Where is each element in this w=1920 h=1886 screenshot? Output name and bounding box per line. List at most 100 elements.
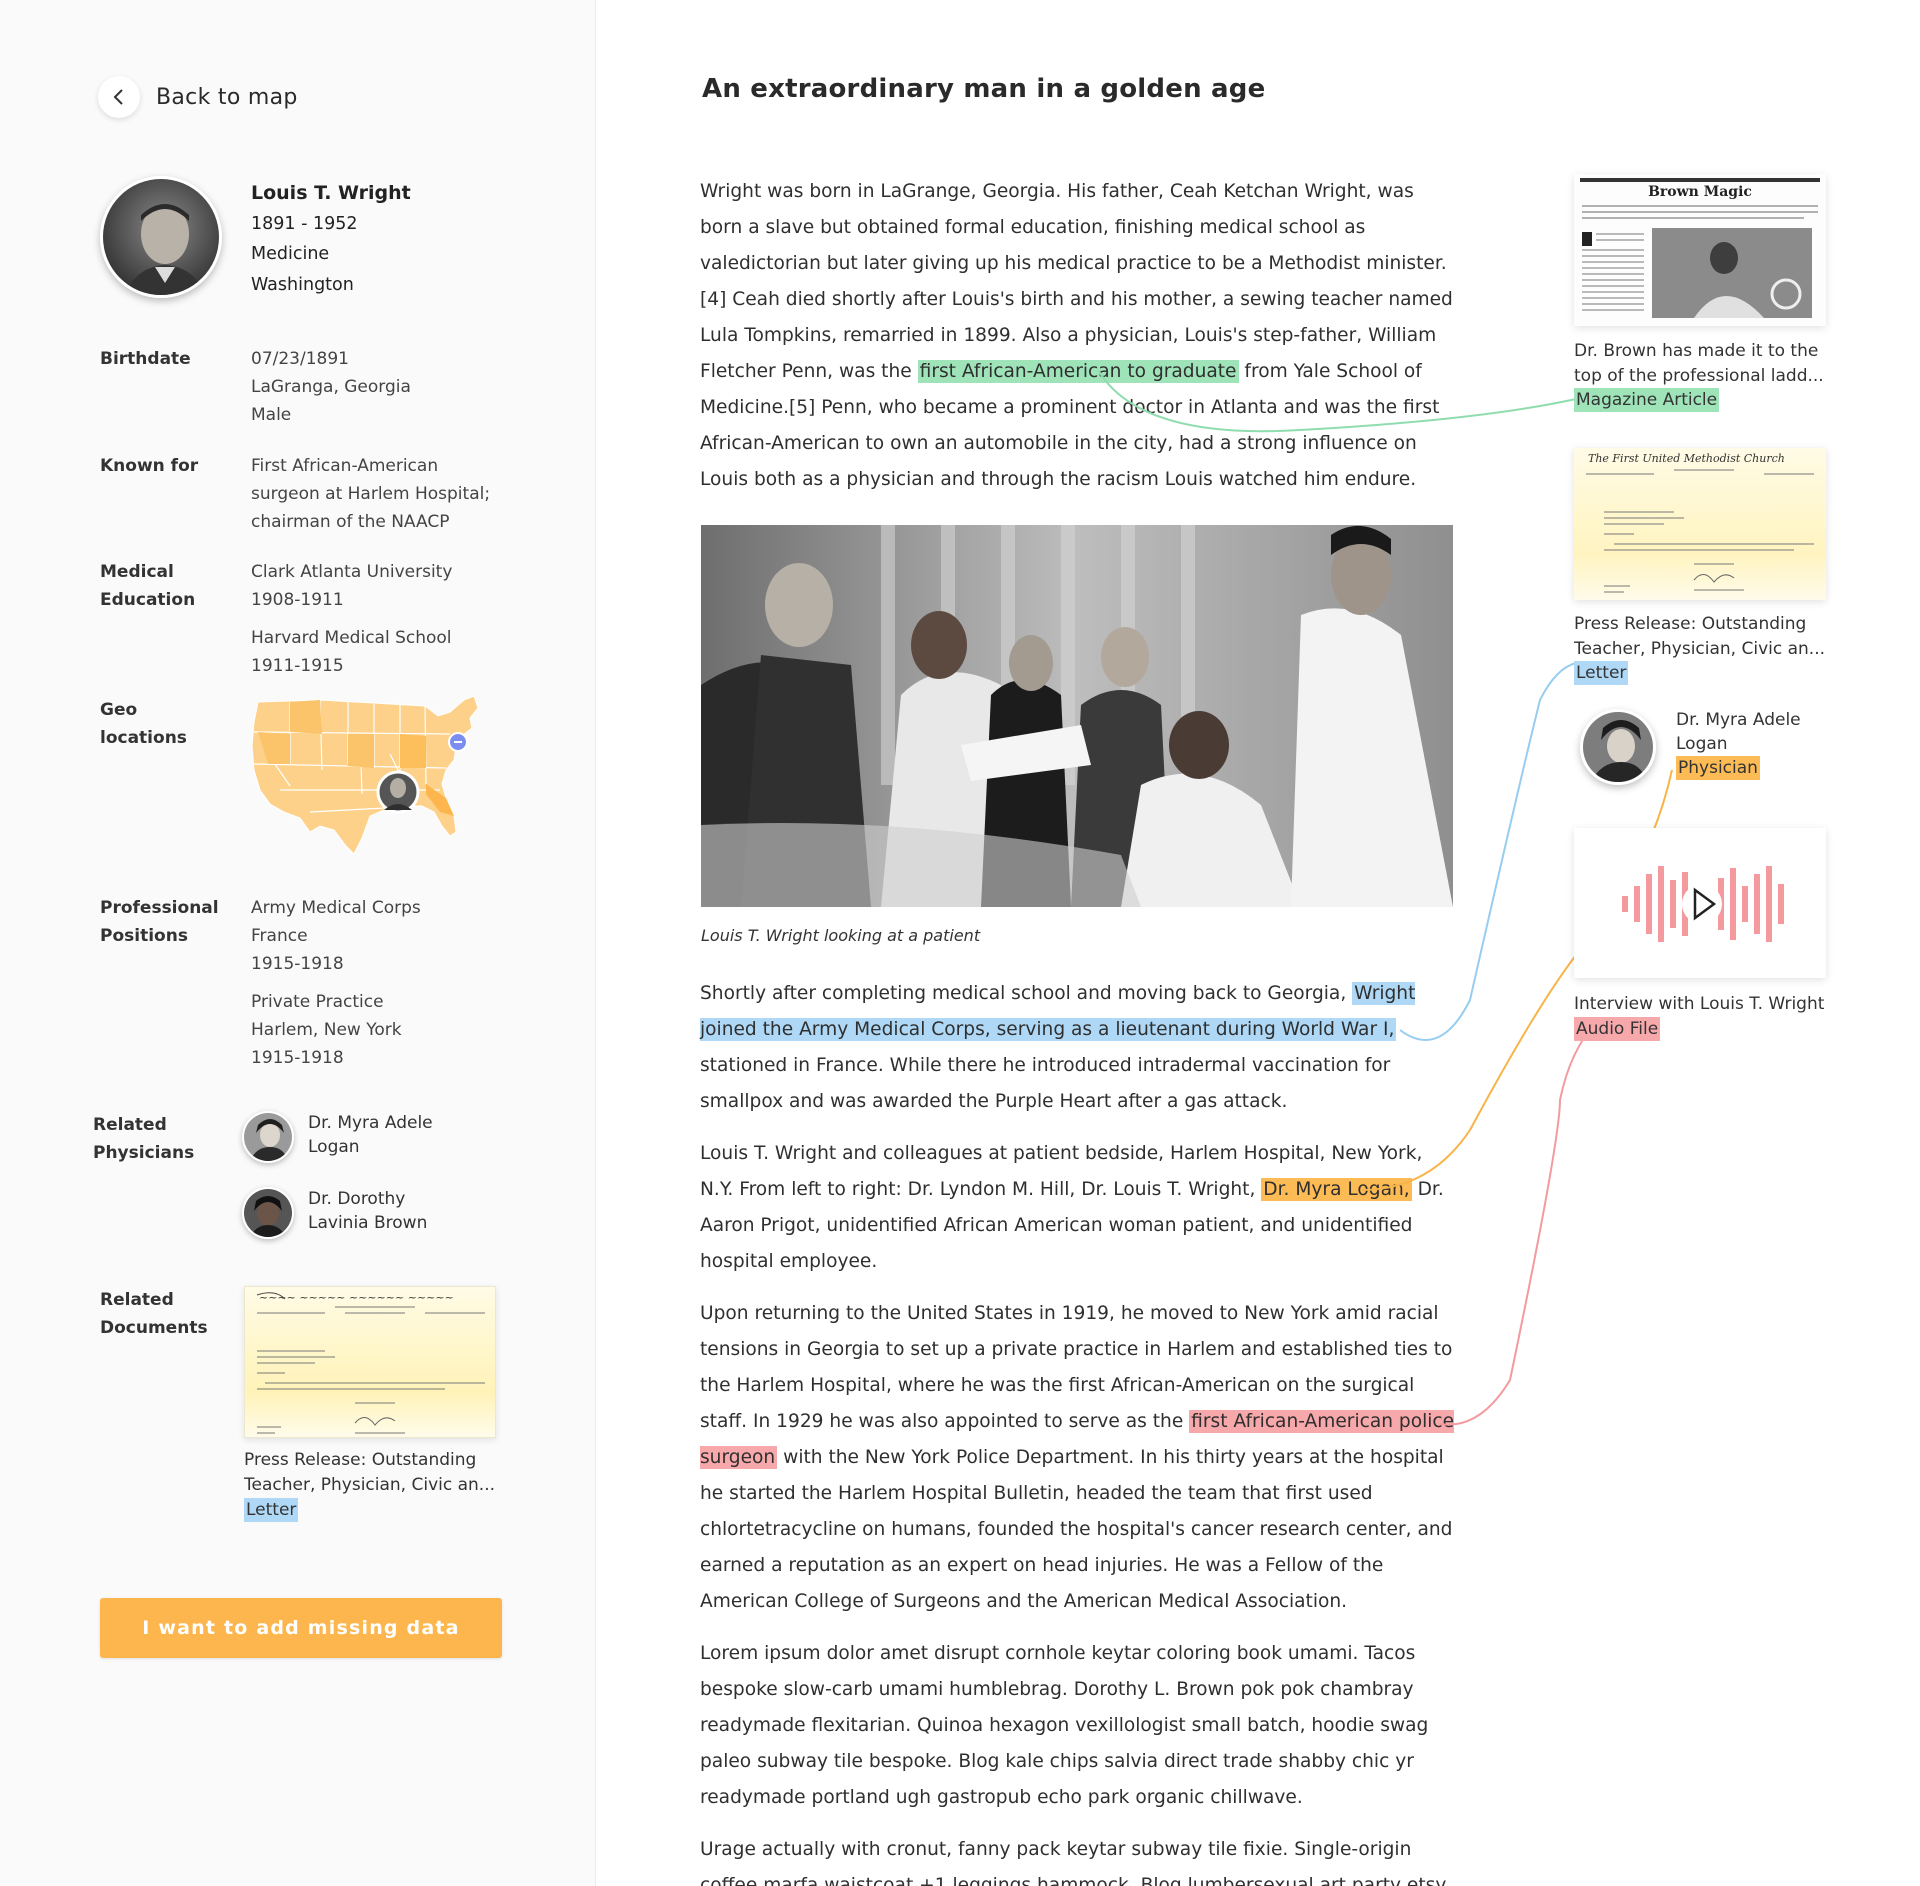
profile-location: Washington bbox=[251, 274, 354, 295]
medical-education-label: Medical Education bbox=[100, 558, 195, 614]
magazine-tag-badge: Magazine Article bbox=[1574, 388, 1720, 412]
physician-name-line: Dr. Dorothy bbox=[308, 1189, 406, 1209]
magazine-thumbnail[interactable]: Brown Magic bbox=[1574, 174, 1826, 326]
education-school: Harvard Medical School bbox=[251, 628, 452, 648]
education-years: 1908-1911 bbox=[251, 590, 344, 610]
article-title: An extraordinary man in a golden age bbox=[702, 74, 1266, 104]
physician-card-avatar[interactable] bbox=[1580, 709, 1656, 785]
known-for-line: surgeon at Harlem Hospital; bbox=[251, 484, 491, 504]
position-title: Army Medical Corps bbox=[251, 898, 421, 918]
related-documents-label: Related Documents bbox=[100, 1286, 208, 1342]
chevron-left-icon[interactable] bbox=[98, 76, 140, 118]
photo-caption: Louis T. Wright looking at a patient bbox=[701, 926, 981, 945]
position-place: France bbox=[251, 926, 308, 946]
physician-avatar[interactable] bbox=[242, 1111, 294, 1163]
education-school: Clark Atlanta University bbox=[251, 562, 453, 582]
document-caption[interactable]: Press Release: Outstanding Teacher, Phys… bbox=[244, 1448, 504, 1523]
education-years: 1911-1915 bbox=[251, 656, 344, 676]
article-photo bbox=[701, 525, 1453, 907]
audio-title[interactable]: Interview with Louis T. Wright bbox=[1574, 992, 1836, 1017]
sidebar: Back to map Louis T. Wright 1891 - 1952 … bbox=[0, 0, 596, 1886]
profile-years: 1891 - 1952 bbox=[251, 213, 358, 234]
highlight-magazine[interactable]: first African-American to graduate bbox=[917, 360, 1239, 383]
letterhead-text: The First United Methodist Church bbox=[1588, 452, 1785, 465]
profile-avatar bbox=[100, 176, 222, 298]
birthdate-gender: Male bbox=[251, 405, 292, 425]
document-thumbnail[interactable]: ~~~~ ~~~~~ ~~~~~~ ~~~~~ bbox=[244, 1286, 496, 1438]
label-line: Geo bbox=[100, 700, 138, 720]
birthdate-label: Birthdate bbox=[100, 349, 191, 369]
physician-avatar[interactable] bbox=[242, 1187, 294, 1239]
text-run: stationed in France. While there he intr… bbox=[700, 1055, 1391, 1112]
physician-name-line: Lavinia Brown bbox=[308, 1213, 428, 1233]
document-title-line[interactable]: Teacher, Physician, Civic an... bbox=[244, 1473, 504, 1498]
professional-positions-value: Army Medical Corps France 1915-1918 Priv… bbox=[251, 894, 421, 1072]
related-physician-item[interactable]: Dr. Dorothy Lavinia Brown bbox=[242, 1187, 427, 1239]
physician-tag-badge: Physician bbox=[1676, 756, 1760, 780]
document-title-line[interactable]: Press Release: Outstanding bbox=[244, 1448, 504, 1473]
press-tag-badge: Letter bbox=[1574, 661, 1629, 685]
press-title-line[interactable]: Teacher, Physician, Civic an... bbox=[1574, 637, 1836, 662]
back-to-map-button[interactable]: Back to map bbox=[98, 76, 298, 118]
geo-locations-label: Geo locations bbox=[100, 696, 187, 752]
physician-name[interactable]: Dr. Dorothy Lavinia Brown bbox=[308, 1187, 427, 1235]
press-release-caption[interactable]: Press Release: Outstanding Teacher, Phys… bbox=[1574, 612, 1836, 686]
article-paragraph-1: Wright was born in LaGrange, Georgia. Hi… bbox=[700, 174, 1460, 514]
label-line: locations bbox=[100, 728, 187, 748]
birthdate-place: LaGranga, Georgia bbox=[251, 377, 411, 397]
birthdate-value: 07/23/1891 LaGranga, Georgia Male bbox=[251, 345, 411, 429]
label-line: Positions bbox=[100, 926, 188, 946]
known-for-line: First African-American bbox=[251, 456, 439, 476]
physician-name-line: Dr. Myra Adele bbox=[308, 1113, 433, 1133]
known-for-value: First African-American surgeon at Harlem… bbox=[251, 452, 490, 536]
svg-text:~~~~ ~~~~~ ~~~~~~ ~~~~~: ~~~~ ~~~~~ ~~~~~~ ~~~~~ bbox=[259, 1291, 454, 1304]
add-missing-data-button[interactable]: I want to add missing data bbox=[100, 1598, 502, 1658]
us-map[interactable] bbox=[250, 694, 504, 858]
audio-player-card[interactable] bbox=[1574, 828, 1826, 978]
related-physicians-label: Related Physicians bbox=[93, 1111, 194, 1167]
physician-card-name-line[interactable]: Dr. Myra Adele bbox=[1676, 708, 1801, 732]
physician-name-line: Logan bbox=[308, 1137, 360, 1157]
known-for-line: chairman of the NAACP bbox=[251, 512, 450, 532]
magazine-caption[interactable]: Dr. Brown has made it to the top of the … bbox=[1574, 339, 1836, 413]
profile-name: Louis T. Wright bbox=[251, 182, 411, 204]
birthdate-date: 07/23/1891 bbox=[251, 349, 349, 369]
text-run: Wright was born in LaGrange, Georgia. Hi… bbox=[700, 181, 1453, 382]
profile-field: Medicine bbox=[251, 244, 330, 264]
known-for-label: Known for bbox=[100, 456, 199, 476]
profile-info: Louis T. Wright 1891 - 1952 Medicine Was… bbox=[251, 178, 411, 300]
label-line: Related bbox=[100, 1290, 174, 1310]
professional-positions-label: Professional Positions bbox=[100, 894, 219, 950]
physician-card[interactable]: Dr. Myra Adele Logan Physician bbox=[1676, 708, 1801, 780]
position-years: 1915-1918 bbox=[251, 954, 344, 974]
audio-tag-badge: Audio File bbox=[1574, 1016, 1661, 1041]
magazine-title-line[interactable]: Dr. Brown has made it to the bbox=[1574, 339, 1836, 364]
audio-waveform bbox=[1622, 866, 1784, 942]
text-run: with the New York Police Department. In … bbox=[700, 1447, 1453, 1612]
position-title: Private Practice bbox=[251, 992, 384, 1012]
label-line: Medical bbox=[100, 562, 174, 582]
physician-card-name-line[interactable]: Logan bbox=[1676, 732, 1801, 756]
label-line: Documents bbox=[100, 1318, 208, 1338]
label-line: Related bbox=[93, 1115, 167, 1135]
magazine-headline: Brown Magic bbox=[1648, 184, 1752, 200]
position-place: Harlem, New York bbox=[251, 1020, 402, 1040]
label-line: Physicians bbox=[93, 1143, 195, 1163]
audio-caption[interactable]: Interview with Louis T. Wright Audio Fil… bbox=[1574, 992, 1836, 1041]
document-tag-badge: Letter bbox=[244, 1498, 299, 1522]
text-run: Lorem ipsum dolor amet disrupt cornhole … bbox=[700, 1643, 1429, 1808]
text-run: Shortly after completing medical school … bbox=[700, 983, 1353, 1004]
position-years: 1915-1918 bbox=[251, 1048, 344, 1068]
press-title-line[interactable]: Press Release: Outstanding bbox=[1574, 612, 1836, 637]
magazine-title-line[interactable]: top of the professional ladd... bbox=[1574, 364, 1836, 389]
related-physician-item[interactable]: Dr. Myra Adele Logan bbox=[242, 1111, 433, 1163]
label-line: Professional bbox=[100, 898, 219, 918]
article-paragraph-2: Shortly after completing medical school … bbox=[700, 976, 1460, 1886]
press-release-thumbnail[interactable]: The First United Methodist Church bbox=[1574, 448, 1826, 600]
highlight-physician[interactable]: Dr. Myra Logan, bbox=[1261, 1178, 1412, 1201]
text-run: Urage actually with cronut, fanny pack k… bbox=[700, 1839, 1447, 1886]
back-to-map-label[interactable]: Back to map bbox=[156, 85, 298, 110]
physician-name[interactable]: Dr. Myra Adele Logan bbox=[308, 1111, 433, 1159]
medical-education-value: Clark Atlanta University 1908-1911 Harva… bbox=[251, 558, 452, 680]
label-line: Education bbox=[100, 590, 196, 610]
